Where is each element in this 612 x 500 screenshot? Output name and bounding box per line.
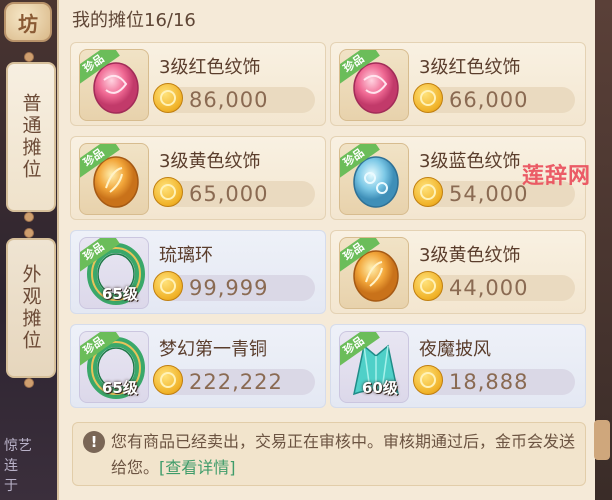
item-name: 琉璃环 (159, 245, 213, 266)
tab-normal-stall-label: 普通摊位 (19, 93, 42, 181)
item-price: 18,888 (449, 370, 529, 394)
item-price: 99,999 (189, 276, 269, 300)
tab-appearance-stall[interactable]: 外观摊位 (6, 238, 56, 378)
stall-item-card[interactable]: 珍品 3级红色纹饰 66,000 (330, 42, 586, 126)
item-price: 65,000 (189, 182, 269, 206)
jade-ring-icon: 珍品 65级 (79, 331, 149, 403)
stall-item-card[interactable]: 珍品 3级黄色纹饰 44,000 (330, 230, 586, 314)
item-price: 86,000 (189, 88, 269, 112)
item-name: 3级黄色纹饰 (159, 151, 261, 172)
blue-ornament-icon: 珍品 (339, 143, 409, 215)
item-price: 54,000 (449, 182, 529, 206)
item-level: 60级 (362, 379, 398, 397)
gold-coin-icon (413, 365, 443, 395)
item-level: 65级 (102, 379, 138, 397)
tab-appearance-stall-label: 外观摊位 (19, 264, 42, 352)
yellow-ornament-icon: 珍品 (339, 237, 409, 309)
item-name: 3级蓝色纹饰 (419, 151, 521, 172)
tab-knob-icon (24, 378, 34, 388)
stall-item-card[interactable]: 珍品 3级黄色纹饰 65,000 (70, 136, 326, 220)
tab-knob-icon (24, 228, 34, 238)
stall-item-card[interactable]: 珍品 65级 梦幻第一青铜 222,222 (70, 324, 326, 408)
stall-badge-label: 坊 (18, 11, 38, 36)
item-name: 3级黄色纹饰 (419, 245, 521, 266)
item-price: 44,000 (449, 276, 529, 300)
background-side-text: 惊艺 连 于 (4, 438, 32, 494)
stall-item-card[interactable]: 珍品 65级 琉璃环 99,999 (70, 230, 326, 314)
tab-knob-icon (24, 52, 34, 62)
tab-normal-stall[interactable]: 普通摊位 (6, 62, 56, 212)
item-name: 夜魔披风 (419, 339, 491, 360)
yellow-ornament-icon: 珍品 (79, 143, 149, 215)
item-level: 65级 (102, 285, 138, 303)
gold-coin-icon (153, 177, 183, 207)
gold-coin-icon (153, 271, 183, 301)
stall-badge-icon: 坊 (4, 2, 52, 42)
notice-text: 您有商品已经卖出，交易正在审核中。审核期通过后，金币会发送给您。[查看详情] (111, 429, 579, 481)
warning-icon: ! (83, 431, 105, 453)
watermark: 莲辞网 (522, 164, 592, 189)
item-name: 梦幻第一青铜 (159, 339, 267, 360)
jade-ring-icon: 珍品 65级 (79, 237, 149, 309)
item-price: 66,000 (449, 88, 529, 112)
item-price: 222,222 (189, 370, 283, 394)
red-ornament-icon: 珍品 (339, 49, 409, 121)
sale-notice: ! 您有商品已经卖出，交易正在审核中。审核期通过后，金币会发送给您。[查看详情] (72, 422, 586, 486)
stall-item-card[interactable]: 珍品 60级 夜魔披风 18,888 (330, 324, 586, 408)
item-name: 3级红色纹饰 (159, 57, 261, 78)
gold-coin-icon (153, 365, 183, 395)
tab-knob-icon (24, 212, 34, 222)
gold-coin-icon (413, 271, 443, 301)
red-ornament-icon: 珍品 (79, 49, 149, 121)
cloak-icon: 珍品 60级 (339, 331, 409, 403)
side-handle[interactable] (594, 420, 610, 460)
stall-item-card[interactable]: 珍品 3级红色纹饰 86,000 (70, 42, 326, 126)
gold-coin-icon (413, 177, 443, 207)
item-name: 3级红色纹饰 (419, 57, 521, 78)
view-details-link[interactable]: [查看详情] (159, 458, 236, 477)
page-title: 我的摊位16/16 (72, 10, 196, 31)
gold-coin-icon (153, 83, 183, 113)
gold-coin-icon (413, 83, 443, 113)
